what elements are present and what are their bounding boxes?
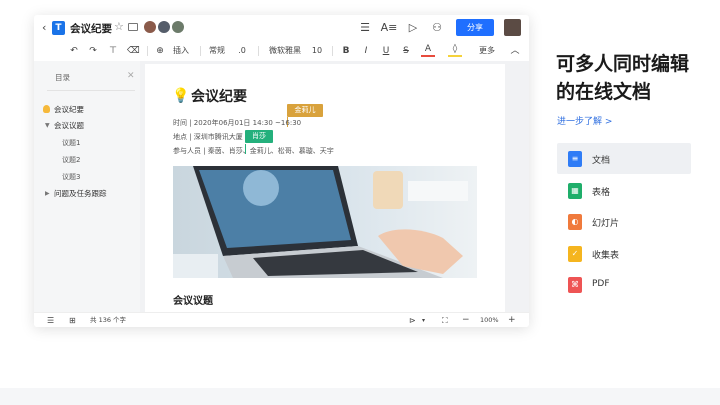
form-icon: ✓ — [568, 246, 582, 262]
zoom-in-icon[interactable]: + — [508, 315, 516, 326]
feature-label: 幻灯片 — [592, 219, 620, 229]
collaborator-avatars — [144, 21, 184, 33]
highlight-icon[interactable]: ◊ — [448, 42, 462, 57]
word-count: 共 136 个字 — [90, 316, 127, 324]
feature-pdf[interactable]: ⌘ PDF — [557, 269, 691, 300]
lightbulb-icon: 💡 — [172, 88, 190, 104]
outline-header: 目录 — [55, 73, 70, 82]
avatar[interactable] — [172, 21, 184, 33]
format-toolbar: ↶ ↷ ⊤ ⌫ ⊕ 插入 常规 .0 微软雅黑 10 B I U S A ◊ 更… — [34, 42, 529, 60]
user-avatar[interactable] — [504, 19, 521, 36]
slides-icon: ◐ — [568, 214, 582, 230]
bottom-strip — [0, 388, 720, 405]
sheet-icon: ▦ — [568, 183, 582, 199]
close-icon[interactable]: ✕ — [127, 71, 135, 81]
document-title[interactable]: 会议纪要 — [70, 21, 112, 36]
paragraph-style-select[interactable]: 常规 — [206, 42, 228, 60]
underline-icon[interactable]: U — [381, 42, 391, 60]
meeting-time[interactable]: 时间 | 2020年06月01日 14:30 ~16:30 — [173, 118, 301, 128]
editor-window: ‹ T 会议纪要 ☆ ☰ A≡ ▷ ⚇ 分享 ↶ ↷ ⊤ ⌫ ⊕ 插入 常规 .… — [34, 15, 529, 327]
feature-docs[interactable]: ≡ 文档 — [557, 143, 691, 174]
toolbar-divider — [147, 46, 148, 56]
format-painter-icon[interactable]: ⊤ — [107, 42, 119, 60]
collaborator-cursor-tag: 肖莎 — [245, 130, 273, 143]
title-actions: ☰ A≡ ▷ ⚇ — [356, 19, 446, 37]
line-spacing-select[interactable]: .0 — [234, 42, 250, 60]
outline-item-issue-tracking[interactable]: 问题及任务跟踪 — [54, 188, 107, 199]
outline-item-topic-2[interactable]: 议题2 — [62, 155, 80, 165]
outline-item-meeting-notes[interactable]: 会议纪要 — [54, 104, 84, 115]
meeting-attendees[interactable]: 参与人员 | 秦茵、肖莎、金莉儿、松哥、慕璇、天宇 — [173, 146, 334, 156]
font-size-select[interactable]: 10 — [310, 42, 324, 60]
redo-icon[interactable]: ↷ — [87, 42, 99, 60]
collapse-toolbar-icon[interactable]: ︿ — [510, 42, 520, 60]
star-icon[interactable]: ☆ — [114, 20, 124, 33]
play-icon[interactable]: ⊳ — [409, 315, 416, 326]
share-button[interactable]: 分享 — [456, 19, 494, 36]
document-page[interactable]: 💡 会议纪要 金莉儿 时间 | 2020年06月01日 14:30 ~16:30… — [145, 64, 505, 314]
strikethrough-icon[interactable]: S — [401, 42, 411, 60]
status-bar: ☰ ⊞ 共 136 个字 ⊳ ▾ ⛶ − 100% + — [34, 312, 529, 327]
avatar[interactable] — [158, 21, 170, 33]
insert-menu[interactable]: 插入 — [168, 42, 194, 60]
zoom-level[interactable]: 100% — [480, 315, 499, 326]
outline-toggle-icon[interactable]: ☰ — [47, 315, 54, 326]
feature-label: PDF — [592, 279, 610, 289]
feature-label: 文档 — [592, 156, 611, 166]
font-color-icon[interactable]: A — [421, 42, 435, 57]
toolbar-divider — [332, 46, 333, 56]
pdf-icon: ⌘ — [568, 277, 582, 293]
section-heading[interactable]: 会议议题 — [173, 292, 213, 307]
avatar[interactable] — [144, 21, 156, 33]
back-chevron-icon[interactable]: ‹ — [42, 21, 46, 34]
more-menu[interactable]: 更多 — [475, 42, 499, 60]
page-width-icon[interactable]: ⊞ — [69, 315, 76, 326]
menu-icon[interactable]: ☰ — [356, 19, 374, 37]
outline-panel: 目录 ✕ 会议纪要 ▼ 会议议题 议题1 议题2 议题3 ▶ 问题及任务跟踪 — [34, 61, 140, 312]
lightbulb-icon — [43, 105, 50, 113]
feature-label: 收集表 — [592, 251, 620, 261]
caret-right-icon[interactable]: ▶ — [45, 190, 50, 197]
learn-more-link[interactable]: 进一步了解 > — [557, 114, 612, 127]
title-bar: ‹ T 会议纪要 ☆ ☰ A≡ ▷ ⚇ 分享 — [34, 15, 529, 41]
doc-icon: ≡ — [568, 151, 582, 167]
divider — [47, 90, 135, 91]
laptop-photo — [173, 166, 477, 278]
toolbar-divider — [258, 46, 259, 56]
clear-format-icon[interactable]: ⌫ — [127, 42, 140, 60]
italic-icon[interactable]: I — [361, 42, 371, 60]
add-collaborator-icon[interactable]: ⚇ — [428, 19, 446, 37]
collaborator-cursor-tag: 金莉儿 — [287, 104, 323, 117]
caret-down-icon[interactable]: ▼ — [45, 122, 50, 129]
feature-sheets[interactable]: ▦ 表格 — [557, 175, 691, 206]
zoom-out-icon[interactable]: − — [462, 315, 470, 326]
undo-icon[interactable]: ↶ — [68, 42, 80, 60]
promo-title: 可多人同时编辑的在线文档 — [556, 53, 690, 103]
text-format-icon[interactable]: A≡ — [380, 19, 398, 37]
chevron-down-icon[interactable]: ▾ — [422, 315, 425, 326]
outline-item-topic-1[interactable]: 议题1 — [62, 138, 80, 148]
bold-icon[interactable]: B — [341, 42, 351, 60]
fullscreen-icon[interactable]: ⛶ — [442, 315, 448, 326]
toolbar-divider — [200, 46, 201, 56]
document-heading[interactable]: 会议纪要 — [191, 86, 247, 106]
feature-label: 表格 — [592, 188, 611, 198]
folder-icon[interactable] — [128, 23, 138, 31]
feature-forms[interactable]: ✓ 收集表 — [557, 238, 691, 269]
feature-slides[interactable]: ◐ 幻灯片 — [557, 206, 691, 237]
font-family-select[interactable]: 微软雅黑 — [265, 42, 305, 60]
present-play-icon[interactable]: ▷ — [404, 19, 422, 37]
meeting-place[interactable]: 地点 | 深圳市腾讯大厦 — [173, 132, 243, 142]
outline-item-meeting-topics[interactable]: 会议议题 — [54, 120, 84, 131]
insert-plus-icon[interactable]: ⊕ — [155, 42, 165, 60]
tencent-docs-logo-icon: T — [52, 21, 65, 35]
outline-item-topic-3[interactable]: 议题3 — [62, 172, 80, 182]
